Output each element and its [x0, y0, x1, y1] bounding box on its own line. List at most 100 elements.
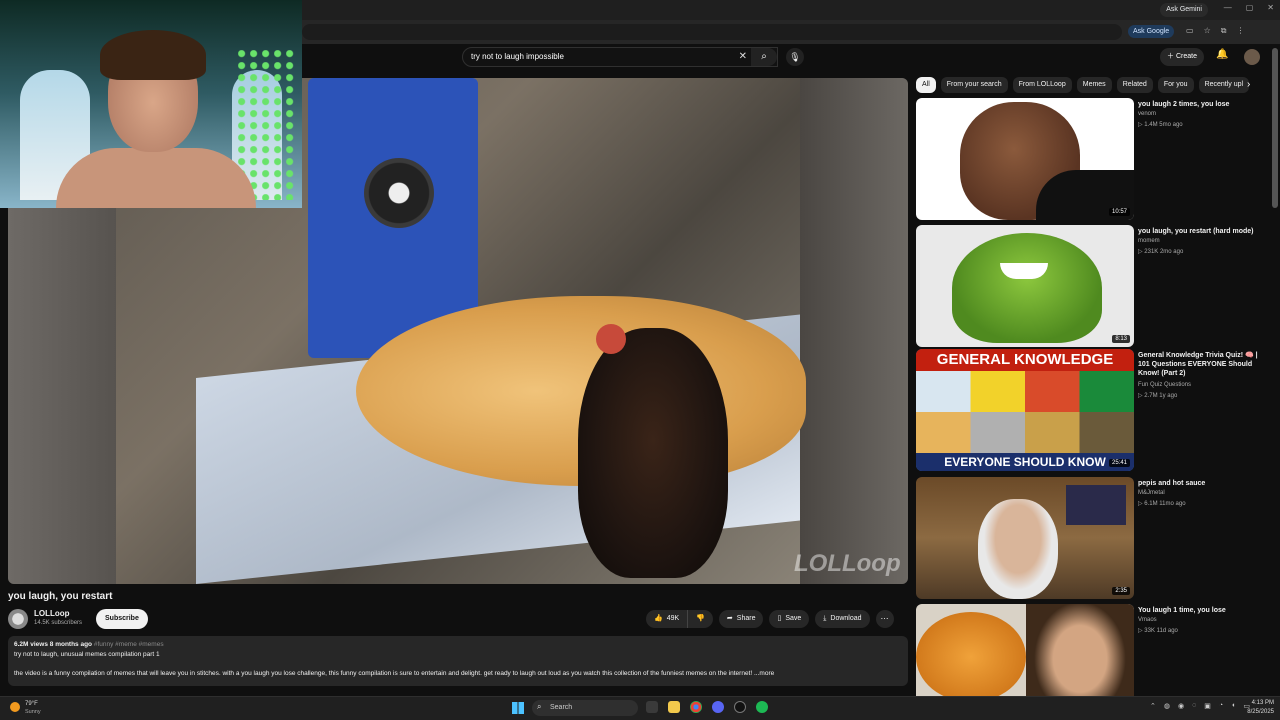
app-icon[interactable]	[756, 701, 768, 713]
download-icon: ⤓	[823, 615, 827, 622]
address-bar[interactable]	[302, 24, 1122, 40]
volume-icon[interactable]: ◖	[1231, 702, 1235, 710]
recommendation-channel[interactable]: venom	[1138, 111, 1156, 117]
subscribe-button[interactable]: Subscribe	[96, 609, 148, 629]
wifi-icon[interactable]: ◔	[1219, 702, 1223, 710]
recommendation-thumbnail[interactable]: 8:13	[916, 225, 1134, 347]
download-button[interactable]: ⤓ Download	[815, 610, 870, 628]
like-count: 49K	[666, 615, 680, 622]
recommendation-item[interactable]: 2:35 pepis and hot sauce M&Jmetal ▷ 6.1M…	[916, 477, 1276, 599]
maximize-icon[interactable]: ▢	[1246, 3, 1254, 12]
video-chicken-comb	[596, 324, 626, 354]
create-button[interactable]: ＋ Create	[1160, 48, 1204, 66]
chip-memes[interactable]: Memes	[1076, 77, 1112, 93]
taskbar-apps	[646, 701, 768, 713]
thumbnail-person	[1026, 604, 1134, 696]
chip-all[interactable]: All	[916, 77, 936, 93]
clear-search-icon[interactable]: ✕	[739, 51, 747, 62]
recommendation-channel[interactable]: M&Jmetal	[1138, 490, 1165, 496]
recommendation-meta: ▷ 33K 11d ago	[1138, 628, 1178, 634]
task-view-icon[interactable]	[646, 701, 658, 713]
recommendation-channel[interactable]: Fun Quiz Questions	[1138, 382, 1191, 388]
search-icon[interactable]: ⌕	[751, 48, 777, 66]
thumbnail-banner-bottom: EVERYONE SHOULD KNOW	[916, 453, 1134, 471]
chip-recently-uploaded[interactable]: Recently upl	[1198, 77, 1250, 93]
system-tray: ⌃ ◍ ◉ ◌ ▣ ◔ ◖ ▭	[1150, 702, 1250, 710]
microphone-icon[interactable]: 🎙	[786, 48, 804, 66]
description-hashtags[interactable]: #funny #meme #memes	[94, 641, 164, 648]
recommendation-thumbnail[interactable]: 10:57	[916, 98, 1134, 220]
recommendation-channel[interactable]: Vmaos	[1138, 617, 1157, 623]
taskbar-search-icon: ⌕	[537, 702, 542, 711]
bookmark-star-icon[interactable]: ☆	[1204, 26, 1211, 36]
video-duration: 2:35	[1112, 587, 1130, 595]
chrome-icon[interactable]	[690, 701, 702, 713]
recommendation-title[interactable]: you laugh, you restart (hard mode)	[1138, 227, 1262, 236]
more-actions-icon[interactable]: ⋯	[875, 610, 894, 628]
ask-gemini-button[interactable]: Ask Gemini	[1160, 3, 1208, 17]
chip-from-lolloop[interactable]: From LOLLoop	[1012, 77, 1072, 93]
recommendation-item[interactable]: 10:57 you laugh 2 times, you lose venom …	[916, 98, 1276, 220]
channel-name[interactable]: LOLLoop	[34, 609, 70, 618]
recommendation-thumbnail[interactable]	[916, 604, 1134, 696]
thumbs-down-icon: 👎	[696, 615, 705, 622]
weather-condition[interactable]: Sunny	[25, 709, 41, 715]
video-title: you laugh, you restart	[8, 591, 113, 602]
thumbnail-cat	[916, 612, 1026, 696]
close-window-icon[interactable]: ✕	[1267, 3, 1274, 12]
channel-subscribers: 14.5K subscribers	[34, 620, 83, 626]
taskbar-search[interactable]: Search	[532, 700, 638, 716]
like-button[interactable]: 👍 49K	[646, 610, 689, 628]
chip-for-you[interactable]: For you	[1157, 77, 1194, 93]
clock-date[interactable]: 8/25/2025	[1240, 709, 1274, 715]
dislike-button[interactable]: 👎	[688, 610, 713, 628]
chip-related[interactable]: Related	[1116, 77, 1153, 93]
recommendation-item[interactable]: GENERAL KNOWLEDGE EVERYONE SHOULD KNOW 2…	[916, 349, 1276, 471]
thumbnail-grid-bottom	[916, 412, 1134, 453]
recommendation-thumbnail[interactable]: GENERAL KNOWLEDGE EVERYONE SHOULD KNOW 2…	[916, 349, 1134, 471]
description-box[interactable]: 6.2M views 8 months ago #funny #meme #me…	[8, 636, 908, 686]
webcam-person-body	[56, 148, 256, 208]
video-actions: 👍 49K 👎 ➦ Share ▯ Save ⤓ Download ⋯	[646, 610, 894, 628]
tray-app-icon[interactable]: ◌	[1192, 702, 1196, 710]
minimize-icon[interactable]: —	[1224, 3, 1232, 12]
weather-temperature[interactable]: 79°F	[25, 701, 38, 707]
browser-toolbar-icons: ▭ ☆ ⧉ ⋮	[1186, 26, 1244, 36]
windows-start-icon[interactable]	[512, 702, 524, 714]
page-scrollbar[interactable]	[1272, 48, 1278, 208]
recommendation-title[interactable]: General Knowledge Trivia Quiz! 🧠 | 101 Q…	[1138, 351, 1262, 378]
clock-time[interactable]: 4:13 PM	[1240, 700, 1274, 706]
save-button[interactable]: ▯ Save	[769, 610, 810, 628]
chip-from-your-search[interactable]: From your search	[940, 77, 1008, 93]
extensions-icon[interactable]: ⧉	[1221, 26, 1227, 36]
window-controls: — ▢ ✕	[1224, 3, 1274, 12]
share-button[interactable]: ➦ Share	[718, 610, 764, 628]
account-avatar[interactable]	[1244, 49, 1260, 65]
menu-dots-icon[interactable]: ⋮	[1236, 26, 1244, 36]
recommendation-thumbnail[interactable]: 2:35	[916, 477, 1134, 599]
file-explorer-icon[interactable]	[668, 701, 680, 713]
recommendation-title[interactable]: You laugh 1 time, you lose	[1138, 606, 1262, 615]
thumbnail-person	[978, 499, 1058, 599]
tray-app-icon[interactable]: ◍	[1164, 702, 1170, 710]
filter-chips: All From your search From LOLLoop Memes …	[916, 77, 1250, 93]
sun-icon[interactable]	[10, 702, 20, 712]
recommendation-title[interactable]: pepis and hot sauce	[1138, 479, 1262, 488]
more-link[interactable]: ...more	[754, 670, 774, 677]
search-box[interactable]: try not to laugh impossible ✕ ⌕	[462, 47, 778, 67]
chevron-up-icon[interactable]: ⌃	[1150, 702, 1156, 710]
search-input[interactable]: try not to laugh impossible	[471, 52, 564, 61]
recommendation-channel[interactable]: momem	[1138, 238, 1160, 244]
notifications-bell-icon[interactable]: 🔔	[1216, 49, 1228, 60]
recommendation-item[interactable]: You laugh 1 time, you lose Vmaos ▷ 33K 1…	[916, 604, 1276, 696]
recommendation-item[interactable]: 8:13 you laugh, you restart (hard mode) …	[916, 225, 1276, 347]
ask-google-button[interactable]: Ask Google	[1128, 25, 1175, 38]
recommendation-title[interactable]: you laugh 2 times, you lose	[1138, 100, 1262, 109]
chevron-right-icon[interactable]: ›	[1247, 79, 1250, 90]
obs-icon[interactable]	[734, 701, 746, 713]
cast-icon[interactable]: ▭	[1186, 26, 1194, 36]
tray-app-icon[interactable]: ▣	[1204, 702, 1211, 710]
channel-avatar[interactable]	[8, 609, 28, 629]
tray-app-icon[interactable]: ◉	[1178, 702, 1184, 710]
discord-icon[interactable]	[712, 701, 724, 713]
